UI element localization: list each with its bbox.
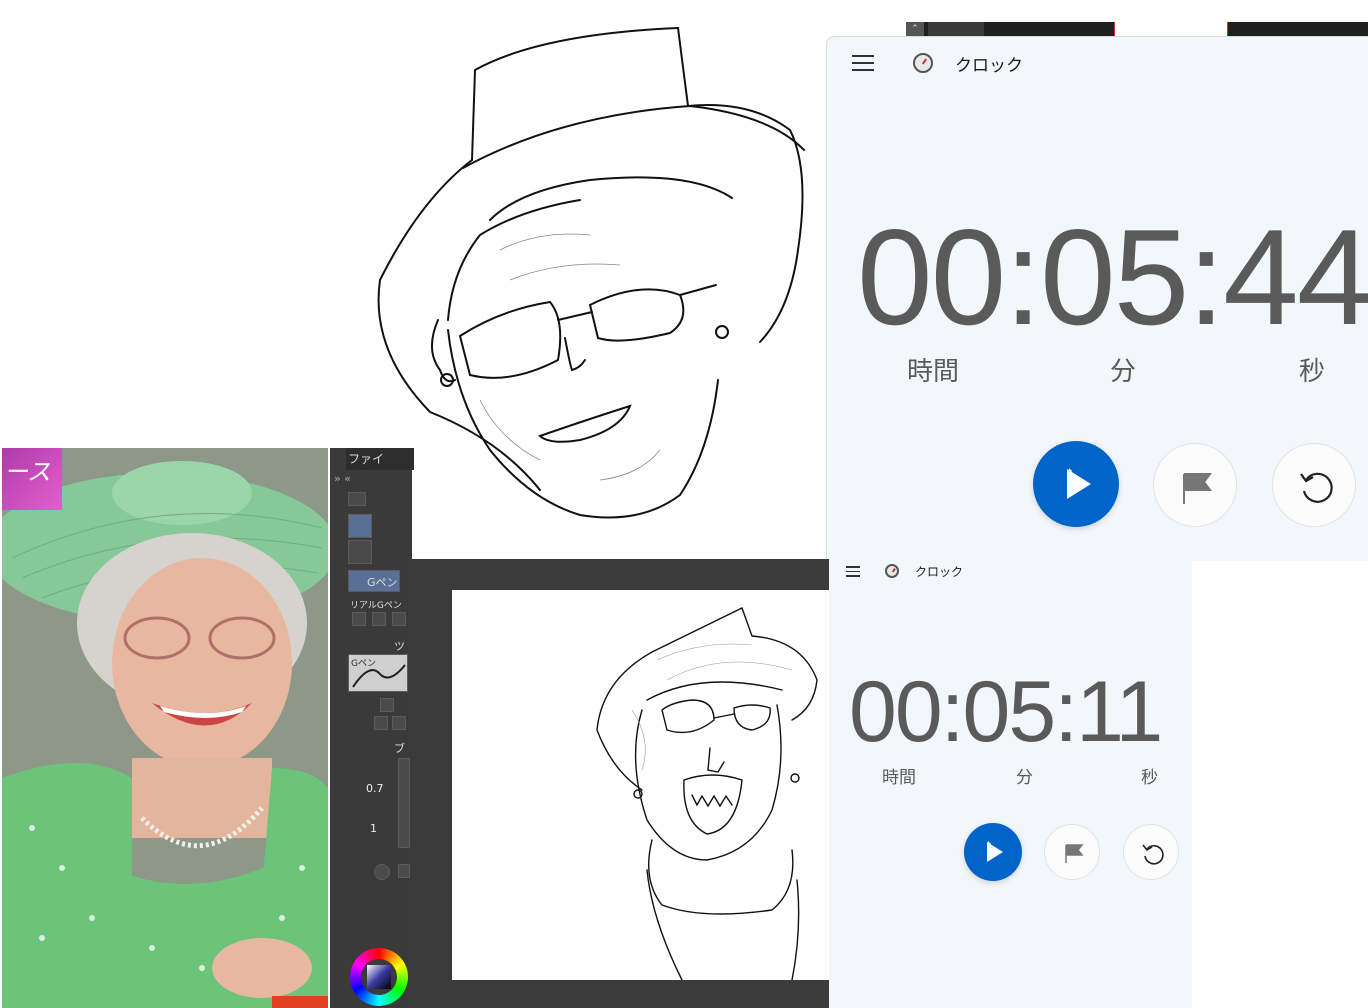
chevron-down-icon[interactable] <box>398 864 410 878</box>
reset-button[interactable] <box>1272 443 1356 527</box>
unit-hours: 時間 <box>882 768 916 788</box>
banner-text: ース <box>4 458 51 486</box>
video-banner: ース <box>2 448 62 510</box>
taskbar-strip: ⌃ <box>906 22 1368 36</box>
unit-hours: 時間 <box>907 357 960 387</box>
unit-seconds: 秒 <box>1299 357 1326 387</box>
reset-tool-icon[interactable] <box>374 716 388 730</box>
download-icon[interactable] <box>352 612 366 626</box>
canvas-sketch <box>596 607 818 981</box>
canvas-area <box>412 559 829 1008</box>
scrollbar[interactable] <box>398 758 410 848</box>
panel-menu-icon[interactable] <box>348 492 366 506</box>
sketch-top <box>360 20 830 560</box>
flag-icon <box>1065 844 1084 863</box>
play-icon <box>987 842 1003 862</box>
unit-seconds: 秒 <box>1141 768 1158 788</box>
clip-studio-panel: ファイ » « Gペン リアルGペン ツ Gペン ブ 0.7 1 <box>330 448 414 1008</box>
collapse-icon[interactable]: » « <box>334 472 351 485</box>
app-title: クロック <box>915 565 964 579</box>
stopwatch-time: 00:05:44 <box>857 201 1368 353</box>
clock-window-small: クロック 00:05:11 時間 分 秒 <box>829 559 1192 1008</box>
stopwatch-time: 00:05:11 <box>849 664 1163 760</box>
chevron-up-icon[interactable]: ⌃ <box>906 22 924 36</box>
value-b[interactable]: 1 <box>370 822 377 835</box>
add-icon[interactable] <box>372 612 386 626</box>
lap-button[interactable] <box>1044 824 1100 880</box>
check-icon[interactable] <box>380 698 394 712</box>
queen-photo-illustration <box>2 448 328 1008</box>
clock-window-large: クロック 00:05:44 時間 分 秒 <box>826 36 1368 561</box>
brush-preview: Gペン <box>348 654 408 692</box>
brush-item-gpen[interactable]: Gペン <box>348 570 400 592</box>
subtool-item[interactable]: リアルGペン <box>350 598 402 611</box>
pencil-tool-icon[interactable] <box>348 540 372 564</box>
hamburger-menu-icon[interactable] <box>852 55 874 71</box>
queen-sketch-drawing <box>377 26 805 519</box>
reset-icon <box>1300 472 1333 503</box>
trash-icon[interactable] <box>392 612 406 626</box>
hamburger-menu-icon[interactable] <box>846 566 860 577</box>
reset-icon <box>1142 844 1164 865</box>
color-wheel[interactable] <box>350 948 408 1006</box>
drawing-canvas[interactable] <box>452 590 829 981</box>
tool-property-label: ツ <box>394 640 405 653</box>
pen-tool-icon[interactable] <box>348 514 372 538</box>
clock-app-icon <box>913 53 933 73</box>
clock-app-icon <box>885 564 899 578</box>
flag-icon <box>1183 473 1212 504</box>
color-square[interactable] <box>367 965 391 989</box>
start-button[interactable] <box>964 823 1022 881</box>
app-title: クロック <box>955 56 1023 76</box>
unit-minutes: 分 <box>1016 768 1033 788</box>
record-icon[interactable] <box>374 864 390 880</box>
value-a[interactable]: 0.7 <box>366 782 384 795</box>
play-icon <box>1067 469 1091 499</box>
taskbar-thumbnail[interactable] <box>928 22 984 36</box>
reference-photo: ース <box>2 448 328 1008</box>
start-button[interactable] <box>1033 441 1119 527</box>
taskbar-thumbnail-active[interactable] <box>1114 22 1228 36</box>
reset-button[interactable] <box>1123 824 1179 880</box>
wrench-icon[interactable] <box>392 716 406 730</box>
lap-button[interactable] <box>1153 443 1237 527</box>
brush-size-label: ブ <box>394 742 405 755</box>
unit-minutes: 分 <box>1110 357 1137 387</box>
file-menu[interactable]: ファイ <box>346 448 414 470</box>
